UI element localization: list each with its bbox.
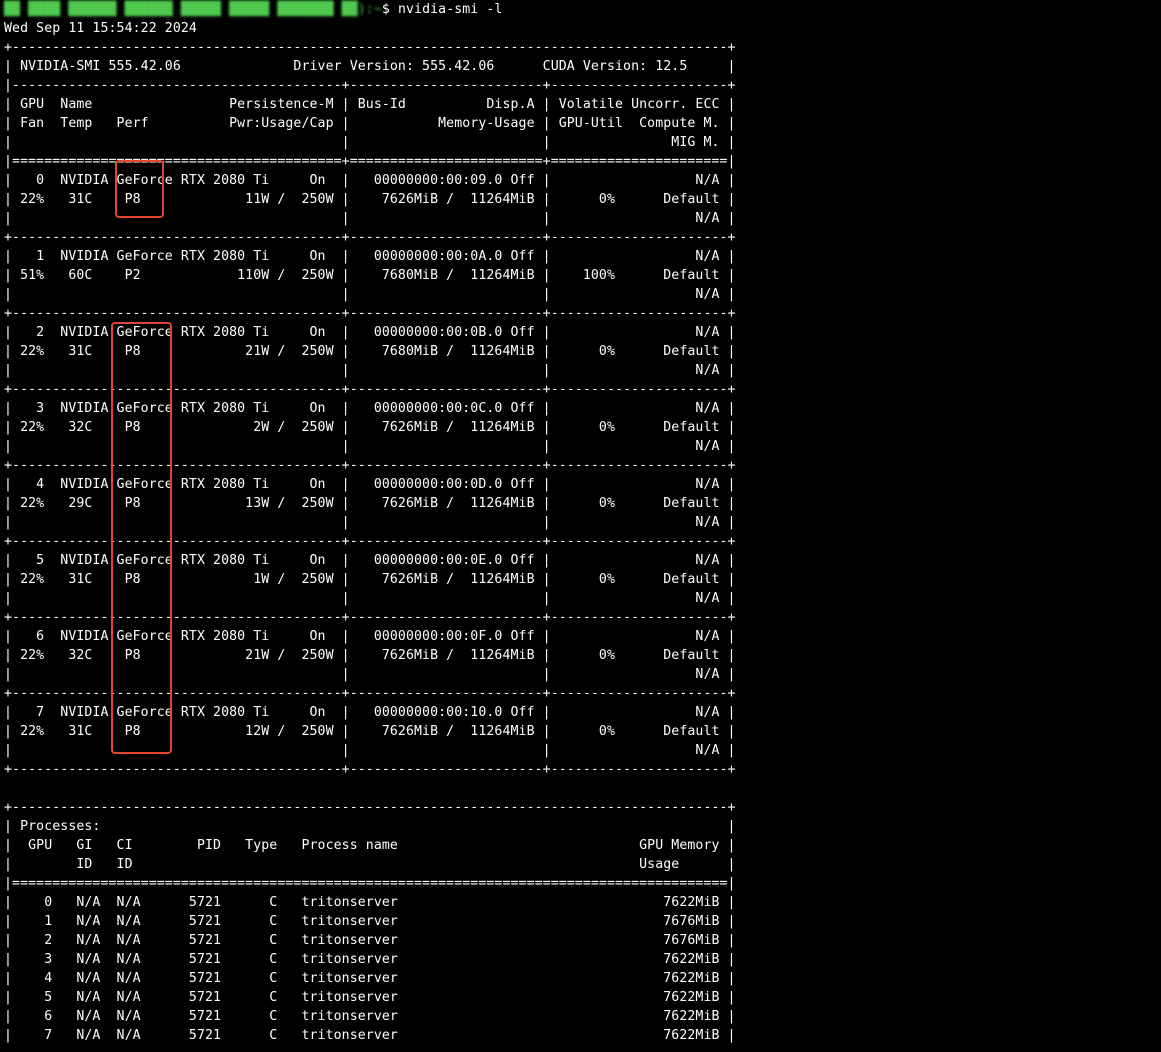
output-line: | 22% 29C P8 13W / 250W | 7626MiB / 1126… — [4, 496, 736, 511]
output-line: | 2 N/A N/A 5721 C tritonserver 7676MiB … — [4, 933, 736, 948]
output-line: +---------------------------------------… — [4, 800, 736, 815]
output-line: +---------------------------------------… — [4, 686, 736, 701]
prompt-user-host: ██ ████ ██████ ██████ █████ █████ ██████… — [4, 2, 382, 17]
output-line: | | | MIG M. | — [4, 135, 736, 150]
output-line: | GPU Name Persistence-M | Bus-Id Disp.A… — [4, 97, 736, 112]
output-line: | 4 N/A N/A 5721 C tritonserver 7622MiB … — [4, 971, 736, 986]
output-line: | 0 N/A N/A 5721 C tritonserver 7622MiB … — [4, 895, 736, 910]
output-line: |=======================================… — [4, 876, 736, 891]
output-line: | | | N/A | — [4, 211, 736, 226]
output-line: | 0 NVIDIA GeForce RTX 2080 Ti On | 0000… — [4, 173, 736, 188]
output-line: Wed Sep 11 15:54:22 2024 — [4, 21, 197, 36]
output-line: | ID ID Usage | — [4, 857, 736, 872]
command-prompt-line: ██ ████ ██████ ██████ █████ █████ ██████… — [4, 0, 1154, 19]
output-line: | 22% 31C P8 12W / 250W | 7626MiB / 1126… — [4, 724, 736, 739]
output-line: | | | N/A | — [4, 287, 736, 302]
output-line: | Processes: | — [4, 819, 736, 834]
output-line: | 22% 32C P8 21W / 250W | 7626MiB / 1126… — [4, 648, 736, 663]
output-line: | | | N/A | — [4, 591, 736, 606]
output-line: | 4 NVIDIA GeForce RTX 2080 Ti On | 0000… — [4, 477, 736, 492]
output-line: +---------------------------------------… — [4, 382, 736, 397]
output-line: | 1 N/A N/A 5721 C tritonserver 7676MiB … — [4, 914, 736, 929]
output-line: | 6 NVIDIA GeForce RTX 2080 Ti On | 0000… — [4, 629, 736, 644]
output-line: | 1 NVIDIA GeForce RTX 2080 Ti On | 0000… — [4, 249, 736, 264]
output-line: +---------------------------------------… — [4, 610, 736, 625]
command-text: nvidia-smi -l — [397, 2, 503, 17]
output-line: | 7 NVIDIA GeForce RTX 2080 Ti On | 0000… — [4, 705, 736, 720]
output-line: | GPU GI CI PID Type Process name GPU Me… — [4, 838, 736, 853]
output-line: |---------------------------------------… — [4, 78, 736, 93]
output-line: | 22% 32C P8 2W / 250W | 7626MiB / 11264… — [4, 420, 736, 435]
output-line: | 5 NVIDIA GeForce RTX 2080 Ti On | 0000… — [4, 553, 736, 568]
output-line: +---------------------------------------… — [4, 40, 736, 55]
output-line: | 22% 31C P8 21W / 250W | 7680MiB / 1126… — [4, 344, 736, 359]
output-line: +---------------------------------------… — [4, 534, 736, 549]
output-line: | 3 N/A N/A 5721 C tritonserver 7622MiB … — [4, 952, 736, 967]
output-line: | 6 N/A N/A 5721 C tritonserver 7622MiB … — [4, 1009, 736, 1024]
output-line: | 7 N/A N/A 5721 C tritonserver 7622MiB … — [4, 1028, 736, 1043]
output-line: |=======================================… — [4, 154, 736, 169]
output-line: | 3 NVIDIA GeForce RTX 2080 Ti On | 0000… — [4, 401, 736, 416]
annotation-box-gpu0-perf — [115, 160, 164, 218]
output-line: +---------------------------------------… — [4, 306, 736, 321]
output-line: +---------------------------------------… — [4, 230, 736, 245]
output-line: +---------------------------------------… — [4, 762, 736, 777]
output-line: | 22% 31C P8 11W / 250W | 7626MiB / 1126… — [4, 192, 736, 207]
output-line: +---------------------------------------… — [4, 458, 736, 473]
output-line: | | | N/A | — [4, 743, 736, 758]
output-line: | | | N/A | — [4, 515, 736, 530]
terminal-output: Wed Sep 11 15:54:22 2024 +---------------… — [4, 19, 1154, 1045]
output-line: | | | N/A | — [4, 439, 736, 454]
output-line: | 22% 31C P8 1W / 250W | 7626MiB / 11264… — [4, 572, 736, 587]
prompt-symbol: $ — [381, 2, 398, 17]
terminal-window[interactable]: ██ ████ ██████ ██████ █████ █████ ██████… — [4, 0, 1154, 1052]
output-line: | 2 NVIDIA GeForce RTX 2080 Ti On | 0000… — [4, 325, 736, 340]
output-line: | | | N/A | — [4, 667, 736, 682]
output-line: | 5 N/A N/A 5721 C tritonserver 7622MiB … — [4, 990, 736, 1005]
output-line: | NVIDIA-SMI 555.42.06 Driver Version: 5… — [4, 59, 736, 74]
output-line: | 51% 60C P2 110W / 250W | 7680MiB / 112… — [4, 268, 736, 283]
annotation-box-gpu2-7-perf — [111, 322, 172, 754]
output-line: | Fan Temp Perf Pwr:Usage/Cap | Memory-U… — [4, 116, 736, 131]
output-line: | | | N/A | — [4, 363, 736, 378]
